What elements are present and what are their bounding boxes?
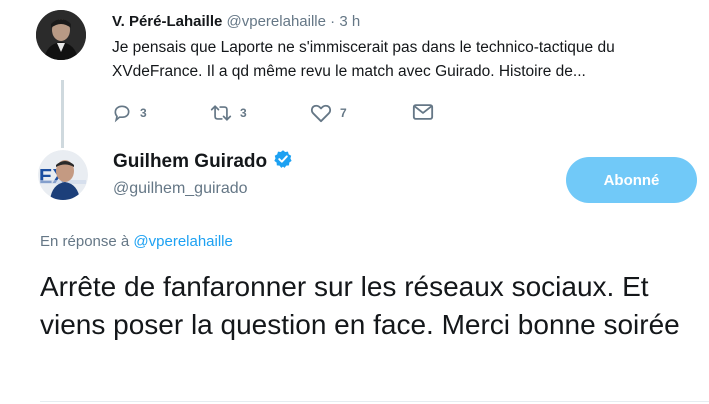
- replying-to-line: En réponse à @vperelahaille: [40, 233, 233, 250]
- parent-tweet-text: Je pensais que Laporte ne s'immiscerait …: [112, 39, 615, 80]
- replying-to-handle-link[interactable]: @vperelahaille: [133, 233, 232, 250]
- reply-count: 3: [140, 106, 147, 120]
- retweet-icon: [210, 103, 232, 123]
- like-count: 7: [340, 106, 347, 120]
- verified-badge-icon: [273, 149, 293, 175]
- like-icon: [310, 103, 332, 123]
- reply-author-name-row: Guilhem Guirado: [113, 149, 293, 175]
- reply-author-name[interactable]: Guilhem Guirado: [113, 151, 267, 173]
- parent-tweet-time[interactable]: 3 h: [339, 13, 360, 30]
- parent-author-name[interactable]: V. Péré-Lahaille: [112, 13, 222, 30]
- parent-author-handle[interactable]: @vperelahaille: [227, 13, 326, 30]
- parent-author-avatar[interactable]: [36, 10, 86, 60]
- retweet-count: 3: [240, 106, 247, 120]
- reply-icon: [112, 103, 132, 123]
- thread-connector-line: [61, 80, 64, 148]
- reply-tweet-text: Arrête de fanfaronner sur les réseaux so…: [40, 271, 680, 340]
- replying-prefix: En réponse à: [40, 233, 134, 250]
- retweet-action[interactable]: 3: [210, 103, 247, 123]
- parent-tweet-header: V. Péré-Lahaille @vperelahaille · 3 h: [112, 13, 360, 30]
- direct-message-action[interactable]: [412, 103, 434, 121]
- reply-author-avatar[interactable]: EX: [38, 150, 88, 200]
- like-action[interactable]: 7: [310, 103, 347, 123]
- reply-action[interactable]: 3: [112, 103, 147, 123]
- meta-separator: ·: [325, 13, 340, 30]
- follow-button[interactable]: Abonné: [566, 157, 697, 203]
- divider: [40, 401, 709, 402]
- message-icon: [412, 103, 434, 121]
- reply-author-handle[interactable]: @guilhem_guirado: [113, 180, 248, 198]
